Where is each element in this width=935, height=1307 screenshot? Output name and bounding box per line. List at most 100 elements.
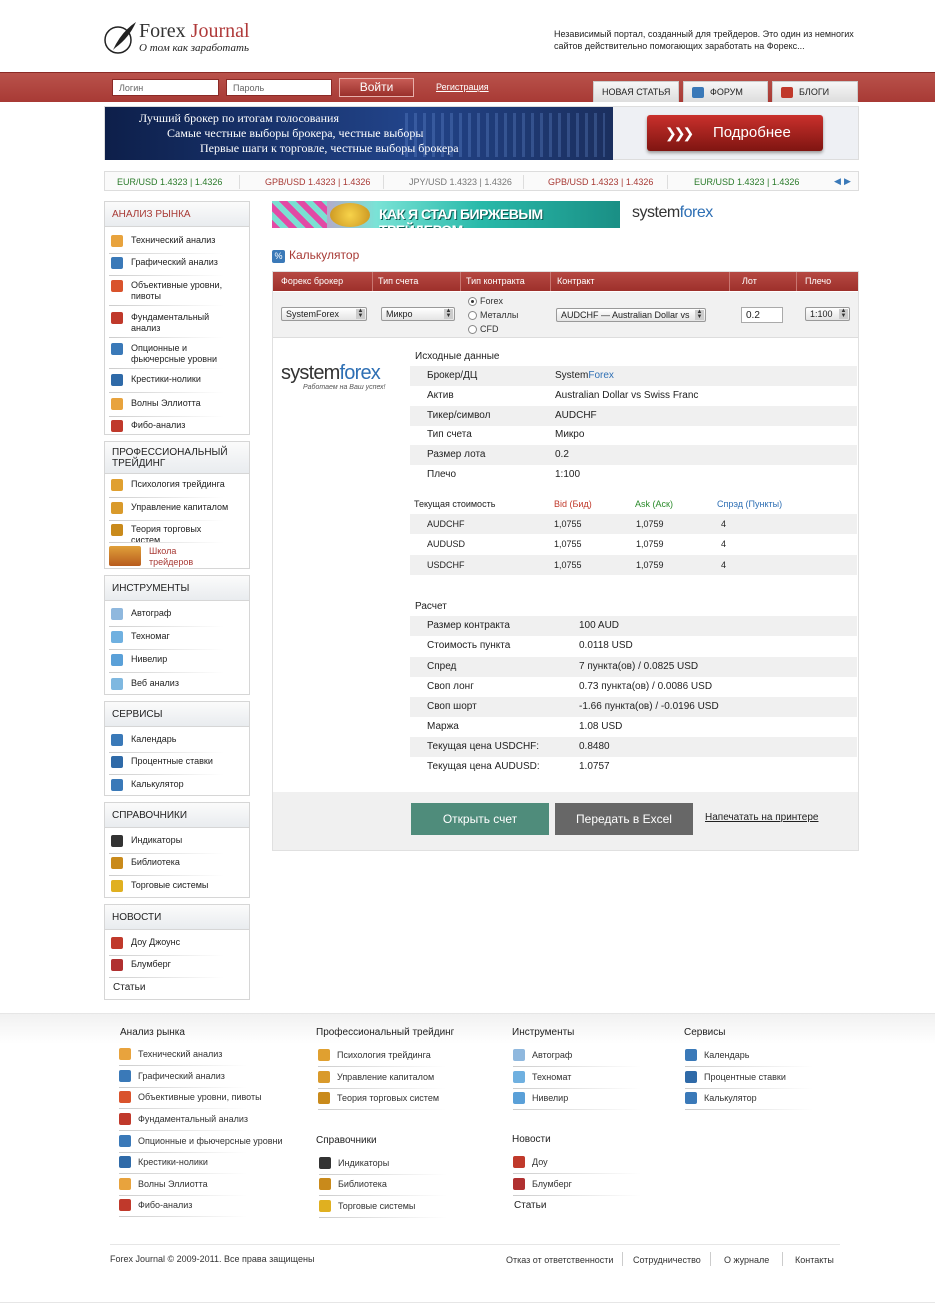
divider — [729, 272, 730, 291]
sidebar-item-label: Автограф — [131, 608, 172, 618]
column-header: Тип счета — [378, 276, 419, 286]
sidebar-item-label: Технический анализ — [131, 235, 216, 245]
footer-link-disclaimer[interactable]: Отказ от ответственности — [506, 1255, 613, 1265]
account-type-select[interactable]: Микро ▲ ▼ — [381, 307, 455, 321]
sidebar-item-calendar[interactable]: Календарь — [109, 733, 224, 753]
sidebar-item-dow[interactable]: Доу Джоунс — [109, 936, 224, 956]
sidebar-item-label: Календарь — [131, 734, 177, 744]
sidebar-item-web[interactable]: Веб анализ — [109, 677, 224, 691]
price-cell: 1,0755 — [554, 519, 582, 529]
source-row: Тип счета Микро — [410, 425, 857, 445]
broker-select[interactable]: SystemForex ▲ ▼ — [281, 307, 367, 321]
sidebar-item-autograph[interactable]: Автограф — [109, 607, 224, 627]
lot-input[interactable]: 0.2 — [741, 307, 783, 323]
row-key: Текущая цена USDCHF: — [427, 741, 540, 752]
contract-radio-metals[interactable]: Металлы — [468, 310, 518, 321]
technomag-icon — [513, 1071, 525, 1083]
select-value: SystemForex — [286, 309, 340, 319]
footer-link-label: Блумберг — [532, 1179, 572, 1189]
divider — [109, 672, 224, 673]
register-link[interactable]: Регистрация — [436, 82, 489, 92]
promo-banner[interactable]: Лучший брокер по итогам голосования Самы… — [104, 106, 859, 160]
tab-label: БЛОГИ — [799, 87, 830, 97]
sidebar-item-bloomberg[interactable]: Блумберг — [109, 958, 224, 978]
price-cell: 4 — [721, 560, 727, 570]
fundamental-icon — [119, 1113, 131, 1125]
price-header: Спрэд (Пункты) — [717, 499, 783, 509]
contract-select[interactable]: AUDCHF — Australian Dollar vs ▲ ▼ — [556, 308, 706, 322]
calculator-title-text: Калькулятор — [289, 248, 360, 262]
sidebar-item-rates[interactable]: Процентные ставки — [109, 755, 224, 775]
sidebar-item-money[interactable]: Управление капиталом — [109, 501, 228, 521]
sidebar-item-tictac[interactable]: Крестики-нолики — [109, 373, 224, 393]
sidebar-item-levels[interactable]: Объективные уровни, пивоты — [109, 279, 224, 306]
leverage-select[interactable]: 1:100 ▲ ▼ — [805, 307, 850, 321]
password-input[interactable]: Пароль — [226, 79, 332, 96]
banner-line: Самые честные выборы брокера, честные вы… — [167, 126, 424, 140]
row-key: Текущая цена AUDUSD: — [427, 761, 540, 772]
row-key: Своп шорт — [427, 701, 477, 712]
results-section-title: Расчет — [415, 601, 447, 612]
tab-blogs[interactable]: БЛОГИ — [772, 81, 858, 102]
sidebar-articles-link[interactable]: Статьи — [113, 982, 145, 993]
open-account-button[interactable]: Открыть счет — [411, 803, 549, 835]
row-value: Australian Dollar vs Swiss Franc — [555, 390, 699, 401]
row-value: 0.0118 USD — [579, 640, 633, 651]
footer-link-contacts[interactable]: Контакты — [795, 1255, 834, 1265]
footer-link-label: Техномат — [532, 1072, 572, 1082]
ticker-prev-icon[interactable]: ◀ — [834, 176, 841, 187]
sidebar-item-options[interactable]: Опционные и фьючерсные уровни — [109, 342, 224, 369]
ad-banner[interactable]: КАК Я СТАЛ БИРЖЕВЫМ ТРЕЙДЕРОМ — [272, 201, 620, 228]
sidebar-refs: СПРАВОЧНИКИ Индикаторы Библиотека Торгов… — [104, 802, 250, 898]
footer-link-label: Технический анализ — [138, 1049, 223, 1059]
contract-radio-forex[interactable]: Forex — [468, 296, 503, 307]
price-cell: 1,0759 — [636, 560, 664, 570]
footer-link-about[interactable]: О журнале — [724, 1255, 769, 1265]
sidebar-news: НОВОСТИ Доу Джоунс Блумберг Статьи — [104, 904, 250, 1000]
export-excel-button[interactable]: Передать в Excel — [555, 803, 693, 835]
row-key: Спред — [427, 661, 457, 672]
tab-forum[interactable]: ФОРУМ — [683, 81, 768, 102]
divider — [796, 272, 797, 291]
source-row: Тикер/символ AUDCHF — [410, 406, 857, 426]
source-row: Брокер/ДЦ SystemForex — [410, 366, 857, 386]
sidebar-item-tech[interactable]: Технический анализ — [109, 234, 224, 254]
sidebar-item-fundamental[interactable]: Фундаментальный анализ — [109, 311, 224, 338]
sidebar-item-psychology[interactable]: Психология трейдинга — [109, 478, 225, 498]
sidebar-item-calculator[interactable]: Калькулятор — [109, 778, 224, 792]
divider — [109, 305, 224, 306]
ticker-next-icon[interactable]: ▶ — [844, 176, 851, 187]
footer-articles-link[interactable]: Статьи — [514, 1200, 546, 1211]
login-button[interactable]: Войти — [339, 78, 414, 97]
tab-new-article[interactable]: НОВАЯ СТАТЬЯ — [593, 81, 679, 102]
sidebar-market: АНАЛИЗ РЫНКА Технический анализ Графичес… — [104, 201, 250, 435]
banner-more-button[interactable]: ❯❯❯ Подробнее — [647, 115, 823, 151]
tictactoe-icon — [111, 374, 123, 386]
sidebar-item-library[interactable]: Библиотека — [109, 856, 224, 876]
sidebar-item-fibo[interactable]: Фибо-анализ — [109, 419, 224, 433]
price-cell: 1,0759 — [636, 519, 664, 529]
footer-link-cooperation[interactable]: Сотрудничество — [633, 1255, 701, 1265]
select-value: 1:100 — [810, 309, 833, 319]
site-logo[interactable]: Forex Journal О том как заработать — [103, 18, 263, 58]
result-row: Маржа 1.08 USD — [410, 717, 857, 737]
login-input[interactable]: Логин — [112, 79, 219, 96]
sidebar-item-school[interactable]: Школа трейдеров — [109, 545, 224, 567]
sidebar-item-nivelir[interactable]: Нивелир — [109, 653, 224, 673]
divider — [109, 368, 224, 369]
systemforex-logo[interactable]: systemforex — [632, 204, 713, 222]
sidebar-item-graph[interactable]: Графический анализ — [109, 256, 224, 276]
contract-radio-cfd[interactable]: CFD — [468, 324, 499, 335]
divider — [119, 1152, 247, 1153]
footer-link-label: Волны Эллиотта — [138, 1179, 208, 1189]
sidebar-item-trade-systems[interactable]: Торговые системы — [109, 879, 224, 893]
banner-image: Лучший брокер по итогам голосования Самы… — [105, 107, 613, 160]
chevrons-right-icon: ❯❯❯ — [665, 125, 694, 141]
sidebar-item-systems[interactable]: Теория торговых систем — [109, 523, 224, 545]
calculator-panel: Форекс брокер Тип счета Тип контракта Ко… — [272, 271, 859, 851]
sidebar-item-elliott[interactable]: Волны Эллиотта — [109, 397, 224, 417]
sidebar-item-indicators[interactable]: Индикаторы — [109, 834, 224, 854]
print-link[interactable]: Напечатать на принтере — [705, 812, 818, 823]
sidebar-item-technomag[interactable]: Техномаг — [109, 630, 224, 650]
sidebar-item-label: Калькулятор — [131, 779, 184, 789]
